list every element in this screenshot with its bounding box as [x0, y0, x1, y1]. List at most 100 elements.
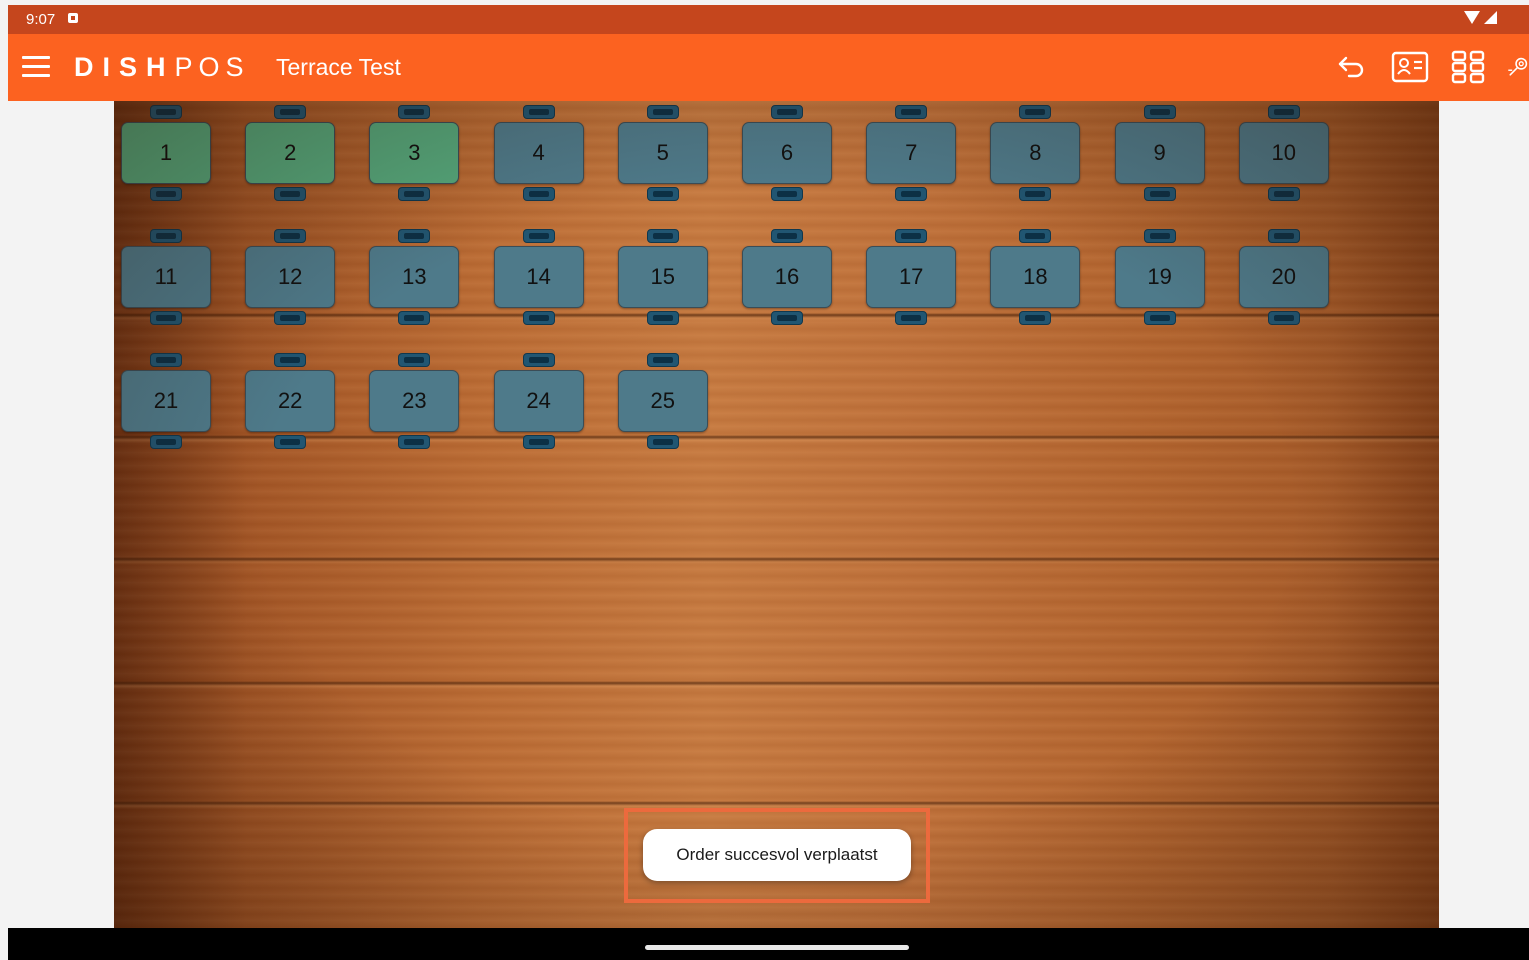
table-chair-bottom [646, 311, 679, 325]
table-chair-top [150, 105, 182, 119]
table-chair-top [646, 229, 679, 243]
table-23[interactable]: 23 [369, 370, 460, 432]
table-5[interactable]: 5 [617, 122, 708, 184]
table-13[interactable]: 13 [369, 246, 460, 308]
table-22[interactable]: 22 [245, 370, 336, 432]
hamburger-menu-icon[interactable] [22, 56, 50, 78]
table-chair-bottom [1143, 187, 1176, 201]
table-8[interactable]: 8 [990, 122, 1081, 184]
table-chair-top [895, 229, 928, 243]
toast-message: Order succesvol verplaatst [643, 829, 911, 881]
table-chair-bottom [398, 187, 431, 201]
table-number: 8 [1029, 140, 1042, 165]
table-chair-top [522, 353, 555, 367]
notification-icon [68, 13, 78, 23]
table-6[interactable]: 6 [742, 122, 832, 184]
table-number: 13 [402, 264, 427, 289]
customer-card-button[interactable] [1391, 48, 1429, 86]
table-chair-bottom [646, 187, 679, 201]
table-number: 1 [159, 140, 173, 165]
table-chair-top [398, 105, 431, 119]
table-number: 6 [780, 140, 794, 165]
logo-pos: POS [174, 52, 250, 82]
table-chair-top [1267, 229, 1300, 243]
system-icons [1464, 11, 1497, 24]
table-10[interactable]: 10 [1238, 122, 1329, 184]
table-chair-top [895, 105, 928, 119]
layout-view-button[interactable] [1449, 48, 1487, 86]
table-number: 5 [656, 140, 669, 165]
table-number: 4 [532, 140, 545, 165]
table-chair-bottom [1267, 187, 1300, 201]
table-15[interactable]: 15 [617, 246, 708, 308]
grid-layout-icon [1451, 50, 1485, 84]
table-chair-bottom [150, 435, 182, 449]
location-title: Terrace Test [276, 54, 401, 80]
table-14[interactable]: 14 [493, 246, 584, 308]
wifi-icon [1464, 11, 1480, 24]
search-location-icon [1508, 57, 1528, 76]
table-chair-bottom [150, 311, 182, 325]
table-25[interactable]: 25 [617, 370, 708, 432]
table-11[interactable]: 11 [121, 246, 211, 308]
status-time: 9:07 [26, 11, 56, 28]
table-number: 9 [1153, 140, 1166, 165]
table-chair-bottom [646, 435, 679, 449]
table-number: 20 [1271, 264, 1297, 289]
table-chair-top [771, 229, 803, 243]
table-12[interactable]: 12 [245, 246, 336, 308]
table-chair-bottom [1143, 311, 1176, 325]
table-number: 23 [402, 388, 427, 413]
table-4[interactable]: 4 [493, 122, 584, 184]
table-number: 3 [408, 140, 421, 165]
table-chair-bottom [150, 187, 182, 201]
search-table-button[interactable] [1507, 48, 1529, 86]
table-number: 22 [277, 388, 303, 413]
app-bar-actions [1333, 48, 1529, 86]
home-gesture-handle[interactable] [645, 945, 909, 950]
table-20[interactable]: 20 [1238, 246, 1329, 308]
table-16[interactable]: 16 [742, 246, 832, 308]
table-chair-bottom [398, 435, 431, 449]
table-chair-top [398, 229, 431, 243]
table-7[interactable]: 7 [866, 122, 957, 184]
app-bar: DISHPOS Terrace Test [8, 34, 1529, 101]
table-number: 24 [526, 388, 551, 413]
undo-button[interactable] [1333, 48, 1371, 86]
table-chair-bottom [522, 311, 555, 325]
table-number: 11 [154, 264, 178, 289]
table-number: 2 [284, 140, 297, 165]
table-3[interactable]: 3 [369, 122, 460, 184]
table-chair-top [274, 105, 307, 119]
table-chair-top [1143, 105, 1176, 119]
table-chair-bottom [274, 311, 307, 325]
signal-icon [1484, 11, 1497, 24]
table-chair-top [274, 353, 307, 367]
app-logo: DISHPOS [74, 52, 250, 82]
table-18[interactable]: 18 [990, 246, 1081, 308]
table-chair-top [274, 229, 307, 243]
table-chair-top [522, 105, 555, 119]
system-status-bar: 9:07 [8, 5, 1529, 34]
table-chair-bottom [522, 435, 555, 449]
table-number: 18 [1023, 264, 1048, 289]
logo-dish: DISH [74, 52, 175, 82]
table-number: 21 [153, 388, 179, 413]
table-9[interactable]: 9 [1114, 122, 1205, 184]
table-chair-bottom [274, 187, 307, 201]
floor-plan: 1 2 3 4 5 6 7 8 9 10 11 12 13 14 15 16 17 18 19 20 21 22 23 24 2… [114, 101, 1439, 928]
table-chair-bottom [274, 435, 307, 449]
table-chair-bottom [895, 311, 928, 325]
table-1[interactable]: 1 [121, 122, 211, 184]
table-19[interactable]: 19 [1114, 246, 1205, 308]
table-number: 15 [650, 264, 676, 289]
table-number: 10 [1271, 140, 1297, 165]
table-chair-top [398, 353, 431, 367]
table-17[interactable]: 17 [866, 246, 957, 308]
table-chair-top [522, 229, 555, 243]
table-chair-top [771, 105, 803, 119]
table-2[interactable]: 2 [245, 122, 336, 184]
table-24[interactable]: 24 [493, 370, 584, 432]
table-chair-bottom [1019, 311, 1052, 325]
table-21[interactable]: 21 [121, 370, 211, 432]
